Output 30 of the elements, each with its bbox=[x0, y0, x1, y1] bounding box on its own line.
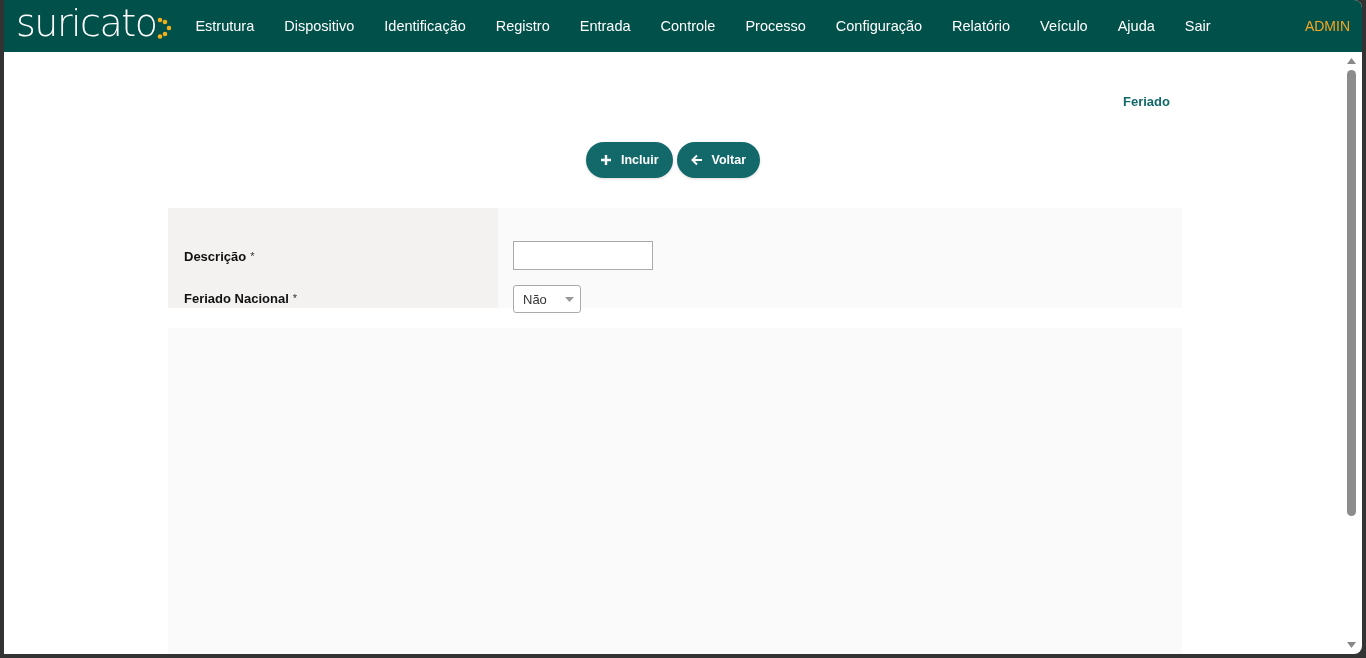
dots-icon bbox=[157, 17, 172, 39]
national-holiday-select[interactable]: Não bbox=[513, 285, 581, 313]
required-mark: * bbox=[250, 250, 255, 262]
menu-item[interactable]: Controle bbox=[660, 18, 716, 34]
menu-item[interactable]: Relatório bbox=[952, 18, 1011, 34]
menu-item[interactable]: Dispositivo bbox=[284, 18, 355, 34]
menu-item[interactable]: Processo bbox=[745, 18, 806, 34]
arrow-left-icon bbox=[690, 154, 703, 166]
menu-item[interactable]: Registro bbox=[495, 18, 550, 34]
dropdown-caret-icon bbox=[565, 296, 574, 302]
menu-item[interactable]: Estrutura bbox=[195, 18, 255, 34]
menu-item[interactable]: Entrada bbox=[579, 18, 631, 34]
scrollbar-thumb[interactable] bbox=[1346, 70, 1356, 516]
scroll-up-icon[interactable] bbox=[1346, 58, 1356, 64]
field-label: Feriado Nacional bbox=[184, 290, 289, 306]
menu-item[interactable]: Sair bbox=[1184, 18, 1211, 34]
menu-item[interactable]: Identificação bbox=[384, 18, 466, 34]
back-button[interactable]: Voltar bbox=[676, 142, 760, 178]
menu-item[interactable]: Ajuda bbox=[1117, 18, 1155, 34]
menu-item[interactable]: Configuração bbox=[835, 18, 923, 34]
scroll-down-icon[interactable] bbox=[1346, 642, 1356, 648]
brand-logo-text[interactable]: suricato bbox=[16, 1, 157, 45]
user-menu[interactable]: ADMIN bbox=[1304, 18, 1350, 34]
required-mark: * bbox=[292, 292, 298, 304]
add-button[interactable]: Incluir bbox=[586, 142, 673, 178]
description-input[interactable] bbox=[513, 240, 653, 270]
menu-item[interactable]: Veículo bbox=[1040, 18, 1088, 34]
page-title: Feriado bbox=[1123, 94, 1170, 109]
field-label: Descrição bbox=[184, 248, 247, 264]
plus-icon bbox=[600, 154, 612, 166]
